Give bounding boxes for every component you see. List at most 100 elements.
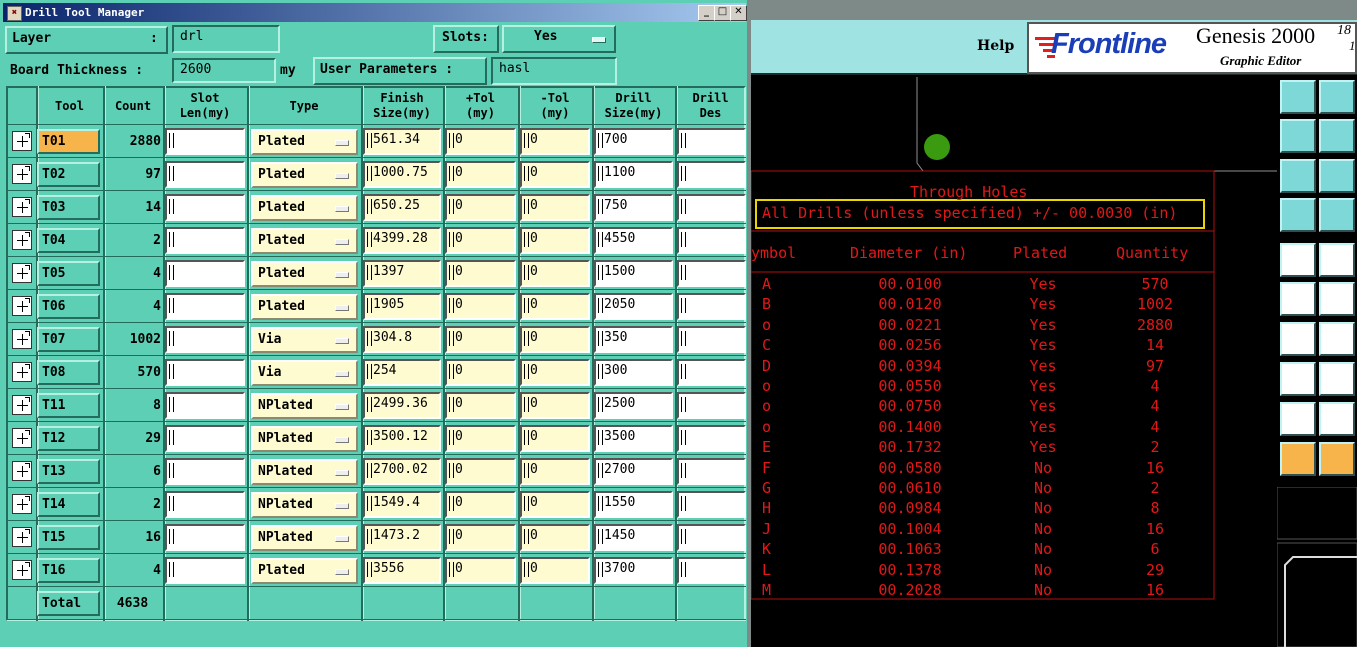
type-dropdown[interactable]: NPlated (251, 459, 358, 485)
slot-len-input[interactable] (165, 161, 245, 188)
minus-tol-input[interactable]: 0 (520, 260, 590, 287)
slot-len-input[interactable] (165, 458, 245, 485)
minus-tol-input[interactable]: 0 (520, 293, 590, 320)
tool-button[interactable]: T12 (37, 426, 100, 451)
tool-button[interactable]: T05 (37, 261, 100, 286)
grid-icon[interactable] (1319, 198, 1355, 232)
help-menu[interactable]: Help (977, 38, 1014, 54)
toolbar-btn-17[interactable] (1280, 402, 1316, 436)
slot-len-input[interactable] (165, 524, 245, 551)
finish-size-input[interactable]: 1905 (363, 293, 441, 320)
expand-plus-icon[interactable] (12, 329, 32, 349)
toolbar-btn-3[interactable] (1280, 119, 1316, 153)
drill-des-input[interactable] (677, 557, 746, 584)
plus-tol-input[interactable]: 0 (445, 194, 516, 221)
window-titlebar[interactable]: ✖ Drill Tool Manager _ □ ✕ (3, 3, 747, 22)
tool-button[interactable]: T13 (37, 459, 100, 484)
expand-plus-icon[interactable] (12, 395, 32, 415)
drill-size-input[interactable]: 1100 (594, 161, 673, 188)
minus-tol-input[interactable]: 0 (520, 557, 590, 584)
plus-tol-input[interactable]: 0 (445, 524, 516, 551)
plus-tol-input[interactable]: 0 (445, 293, 516, 320)
expand-plus-icon[interactable] (12, 560, 32, 580)
minus-tol-input[interactable]: 0 (520, 491, 590, 518)
layer-field[interactable]: drl (172, 25, 280, 53)
drill-des-input[interactable] (677, 392, 746, 419)
finish-size-input[interactable]: 3556 (363, 557, 441, 584)
drill-size-input[interactable]: 2500 (594, 392, 673, 419)
drill-size-input[interactable]: 750 (594, 194, 673, 221)
tool-button[interactable]: T04 (37, 228, 100, 253)
slot-len-input[interactable] (165, 491, 245, 518)
minus-tol-input[interactable]: 0 (520, 194, 590, 221)
select-arrow-icon[interactable] (1280, 442, 1316, 476)
tool-button[interactable]: T07 (37, 327, 100, 352)
slot-len-input[interactable] (165, 260, 245, 287)
plus-tol-input[interactable]: 0 (445, 227, 516, 254)
drill-des-input[interactable] (677, 128, 746, 155)
drill-des-input[interactable] (677, 293, 746, 320)
expand-plus-icon[interactable] (12, 263, 32, 283)
toolbar-btn-16[interactable] (1319, 362, 1355, 396)
slot-len-input[interactable] (165, 227, 245, 254)
type-dropdown[interactable]: Plated (251, 261, 358, 287)
drill-size-input[interactable]: 1450 (594, 524, 673, 551)
finish-size-input[interactable]: 4399.28 (363, 227, 441, 254)
drill-size-input[interactable]: 4550 (594, 227, 673, 254)
finish-size-input[interactable]: 561.34 (363, 128, 441, 155)
type-dropdown[interactable]: Plated (251, 195, 358, 221)
toolbar-btn-15[interactable] (1280, 362, 1316, 396)
tool-button[interactable]: T11 (37, 393, 100, 418)
type-dropdown[interactable]: Via (251, 360, 358, 386)
finish-size-input[interactable]: 650.25 (363, 194, 441, 221)
tool-button[interactable]: T03 (37, 195, 100, 220)
expand-plus-icon[interactable] (12, 296, 32, 316)
finish-size-input[interactable]: 304.8 (363, 326, 441, 353)
type-dropdown[interactable]: Plated (251, 162, 358, 188)
drill-des-input[interactable] (677, 359, 746, 386)
toolbar-btn-12[interactable] (1319, 282, 1355, 316)
type-dropdown[interactable]: Plated (251, 558, 358, 584)
finish-size-input[interactable]: 254 (363, 359, 441, 386)
slot-len-input[interactable] (165, 194, 245, 221)
finish-size-input[interactable]: 1000.75 (363, 161, 441, 188)
drill-des-input[interactable] (677, 161, 746, 188)
finish-size-input[interactable]: 1549.4 (363, 491, 441, 518)
drill-des-input[interactable] (677, 425, 746, 452)
plus-tol-input[interactable]: 0 (445, 359, 516, 386)
tool-button[interactable]: T02 (37, 162, 100, 187)
tool-button[interactable]: T06 (37, 294, 100, 319)
toolbar-btn-18[interactable] (1319, 402, 1355, 436)
toolbar-btn-7[interactable] (1280, 198, 1316, 232)
finish-size-input[interactable]: 3500.12 (363, 425, 441, 452)
finish-size-input[interactable]: 2700.02 (363, 458, 441, 485)
finish-size-input[interactable]: 1397 (363, 260, 441, 287)
toolbar-btn-11[interactable] (1280, 282, 1316, 316)
finish-size-input[interactable]: 1473.2 (363, 524, 441, 551)
drill-des-input[interactable] (677, 524, 746, 551)
slot-len-input[interactable] (165, 392, 245, 419)
tool-button[interactable]: T08 (37, 360, 100, 385)
drill-des-input[interactable] (677, 194, 746, 221)
slot-len-input[interactable] (165, 326, 245, 353)
toolbar-btn-1[interactable] (1280, 80, 1316, 114)
expand-plus-icon[interactable] (12, 527, 32, 547)
minus-tol-input[interactable]: 0 (520, 524, 590, 551)
slot-len-input[interactable] (165, 128, 245, 155)
minus-tol-input[interactable]: 0 (520, 227, 590, 254)
drill-des-input[interactable] (677, 227, 746, 254)
toolbar-btn-10[interactable] (1319, 243, 1355, 277)
drill-size-input[interactable]: 300 (594, 359, 673, 386)
drill-size-input[interactable]: 1550 (594, 491, 673, 518)
minimize-icon[interactable]: _ (698, 5, 715, 21)
thickness-field[interactable]: 2600 (172, 58, 276, 83)
tool-button[interactable]: T14 (37, 492, 100, 517)
select-box-icon[interactable] (1319, 442, 1355, 476)
plus-tol-input[interactable]: 0 (445, 392, 516, 419)
type-dropdown[interactable]: NPlated (251, 492, 358, 518)
expand-plus-icon[interactable] (12, 461, 32, 481)
toolbar-btn-4[interactable] (1319, 119, 1355, 153)
expand-plus-icon[interactable] (12, 197, 32, 217)
drill-size-input[interactable]: 3500 (594, 425, 673, 452)
minus-tol-input[interactable]: 0 (520, 458, 590, 485)
